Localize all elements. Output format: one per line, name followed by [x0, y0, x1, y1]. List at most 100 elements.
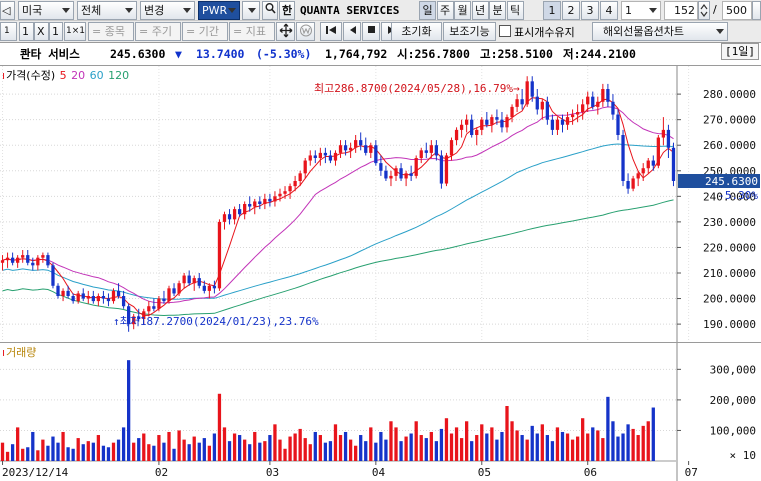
period-badge[interactable]: [1일] — [721, 43, 759, 60]
preset-4[interactable]: 4 — [600, 1, 618, 20]
search-button[interactable] — [262, 1, 278, 20]
prev-bar-button[interactable] — [343, 22, 361, 41]
volume-bar — [338, 435, 343, 461]
volume-tick-label: 200,000 — [710, 394, 756, 407]
volume-bar — [343, 431, 348, 461]
hangul-toggle[interactable]: 한 — [279, 1, 295, 20]
candle-body — [611, 101, 615, 115]
indicator-button[interactable]: = 지표 — [229, 22, 275, 41]
preset-3[interactable]: 3 — [581, 1, 599, 20]
first-button[interactable] — [320, 22, 342, 41]
preset-1[interactable]: 1 — [543, 1, 561, 20]
volume-bar — [51, 436, 55, 461]
volume-bar — [293, 433, 297, 461]
low-annotation: ↑최저187.2700(2024/01/23),23.76% — [113, 315, 319, 328]
candle-body — [389, 175, 393, 179]
count-stepper[interactable] — [698, 1, 710, 20]
volume-bar — [444, 418, 449, 461]
price-tick-label: 230.0000 — [703, 216, 756, 229]
period-tab-0[interactable]: 일 — [419, 1, 436, 20]
preset-2[interactable]: 2 — [562, 1, 580, 20]
volume-bar — [273, 424, 277, 461]
prev-button[interactable]: ◁ — [0, 1, 15, 20]
aux-button[interactable]: 보조기능 — [443, 22, 496, 41]
volume-bar — [132, 442, 136, 461]
volume-bar — [137, 438, 141, 461]
volume-bar — [56, 442, 60, 461]
volume-bar — [217, 393, 222, 461]
futures-chart-label: 해외선물옵션차트 — [603, 25, 684, 38]
volume-bar — [147, 444, 151, 461]
volume-bar — [202, 438, 206, 461]
market-select[interactable]: 미국 — [18, 1, 74, 20]
volume-bar — [389, 421, 393, 461]
period-tab-1[interactable]: 주 — [436, 1, 454, 20]
show-count-checkbox[interactable] — [499, 25, 511, 37]
max-count-input[interactable]: 500 — [722, 1, 752, 20]
price-tick-label: 220.0000 — [703, 241, 756, 254]
interval-value: 1 — [625, 4, 632, 17]
reset-button[interactable]: 초기화 — [391, 22, 442, 41]
volume-legend-marker: ı — [2, 346, 6, 359]
symbol-dropdown[interactable] — [242, 1, 260, 20]
period-tab-3[interactable]: 년 — [471, 1, 489, 20]
candle-body — [232, 209, 237, 220]
candle-body — [575, 112, 580, 115]
candle-body — [192, 278, 196, 284]
change-select[interactable]: 변경 — [140, 1, 195, 20]
candle-body — [21, 255, 25, 258]
candle-body — [66, 290, 70, 296]
candle-body — [348, 147, 353, 151]
move-icon — [279, 23, 293, 38]
price-tick-label: 210.0000 — [703, 267, 756, 280]
candle-body — [212, 285, 217, 289]
volume-pane[interactable]: ı거래량 300,000 200,000 100,000 × 10 2023/12/14… — [0, 342, 761, 481]
count-input[interactable]: 152 — [664, 1, 698, 20]
won-icon — [300, 24, 312, 37]
layout-1x1-button[interactable]: 1×1 — [64, 22, 86, 41]
period-tab-5[interactable]: 틱 — [506, 1, 524, 20]
skip-start-icon — [326, 26, 336, 34]
stop-icon — [368, 26, 375, 33]
volume-bar — [298, 428, 302, 461]
layout-1-button[interactable]: 1 — [0, 22, 17, 41]
volume-bar — [369, 427, 373, 461]
candle-body — [581, 104, 585, 112]
candle-body — [510, 106, 514, 118]
candle-body — [36, 257, 40, 266]
max-count-stepper[interactable] — [752, 1, 761, 20]
layout-1-label[interactable]: 1 — [19, 22, 34, 41]
futures-chart-select[interactable]: 해외선물옵션차트 — [592, 22, 728, 41]
layout-x-button[interactable]: X — [34, 22, 49, 41]
candle-body — [414, 158, 418, 176]
stop-button[interactable] — [362, 22, 380, 41]
currency-button[interactable] — [296, 22, 315, 41]
item-button[interactable]: = 종목 — [88, 22, 134, 41]
price-pane[interactable]: ı가격(수정) 5 20 60 120 280.0000 270.0000 260.… — [0, 66, 761, 342]
candle-body — [86, 296, 90, 299]
high-price: 고:258.5100 — [480, 47, 553, 61]
range-button[interactable]: = 기간 — [182, 22, 228, 41]
candle-body — [490, 117, 494, 125]
filter-select[interactable]: 전체 — [77, 1, 137, 20]
volume-bar — [424, 438, 428, 461]
volume-bar — [106, 447, 111, 461]
volume-bar — [318, 435, 322, 461]
candle-body — [248, 204, 252, 207]
period-tab-2[interactable]: 월 — [454, 1, 471, 20]
volume-bar — [616, 436, 620, 461]
layout-1-suffix[interactable]: 1 — [49, 22, 63, 41]
volume-bar — [46, 445, 50, 461]
period-tab-4[interactable]: 분 — [489, 1, 506, 20]
cycle-button[interactable]: = 주기 — [135, 22, 181, 41]
volume-bar — [157, 435, 161, 461]
market-value: 미국 — [22, 4, 43, 17]
volume-bar — [91, 442, 95, 461]
candle-body — [656, 137, 660, 166]
volume-bar — [591, 427, 595, 461]
crosshair-button[interactable] — [276, 22, 295, 41]
candle-body — [394, 168, 398, 176]
symbol-input[interactable]: PWR — [198, 1, 240, 20]
interval-select[interactable]: 1 — [621, 1, 661, 20]
candle-body — [237, 209, 242, 215]
